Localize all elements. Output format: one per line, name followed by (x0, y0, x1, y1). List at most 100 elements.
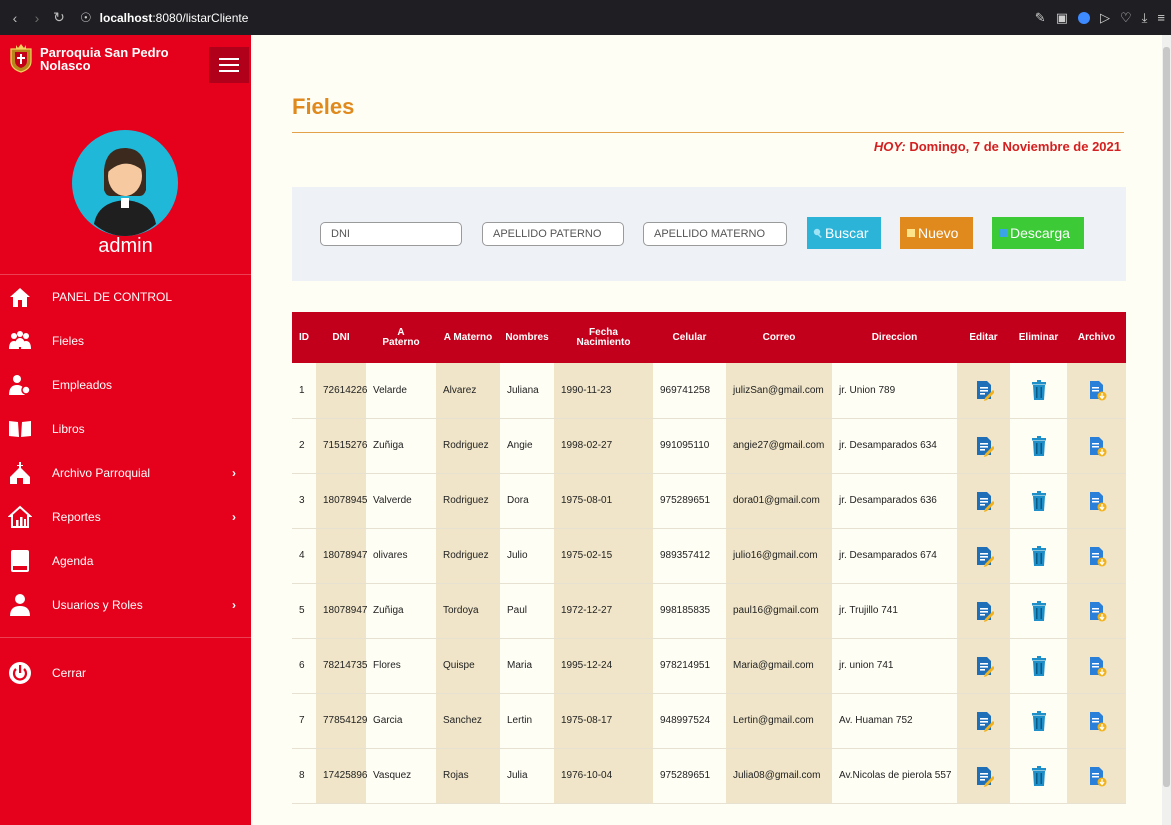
dni-input[interactable] (320, 222, 462, 246)
reload-icon[interactable]: ↻ (48, 9, 70, 26)
site-info-icon[interactable]: ☉ (80, 10, 92, 26)
file-download-icon[interactable] (1087, 546, 1107, 566)
table-cell: Lertin@gmail.com (726, 693, 832, 749)
table-cell: Lertin (500, 693, 554, 749)
search-button[interactable]: Buscar (807, 217, 881, 249)
logout-button[interactable]: Cerrar (0, 651, 251, 695)
table-cell (957, 583, 1010, 639)
table-cell: Paul (500, 583, 554, 639)
edit-icon[interactable] (974, 601, 994, 622)
file-download-icon[interactable] (1087, 381, 1107, 401)
table-cell (1067, 473, 1126, 529)
brand-name[interactable]: Parroquia San Pedro Nolasco (40, 46, 190, 72)
file-download-icon[interactable] (1087, 711, 1107, 731)
edit-icon[interactable] (974, 766, 994, 787)
table-cell: jr. union 741 (832, 638, 957, 694)
sidebar-item-panel-de-control[interactable]: PANEL DE CONTROL (0, 275, 251, 319)
vpn-icon[interactable] (1078, 11, 1090, 24)
edit-icon[interactable] (974, 491, 994, 512)
today-date: HOY: Domingo, 7 de Noviembre de 2021 (874, 139, 1121, 154)
sidebar-item-usuarios-y-roles[interactable]: Usuarios y Roles › (0, 583, 251, 627)
table-cell: 17425896 (316, 748, 368, 804)
table-cell (1067, 638, 1126, 694)
file-download-icon[interactable] (1087, 766, 1107, 786)
trash-icon[interactable] (1029, 600, 1049, 621)
edit-icon[interactable] (974, 711, 994, 732)
table-row: 5 18078947 Zuñiga Tordoya Paul 1972-12-27 9981… (292, 583, 1126, 639)
table-cell: Dora (500, 473, 554, 529)
sidebar: Parroquia San Pedro Nolasco admin PANEL … (0, 35, 251, 825)
table-cell: 18078947 (316, 528, 368, 584)
screenshot-icon[interactable]: ▣ (1056, 10, 1068, 26)
scrollbar[interactable] (1162, 35, 1171, 825)
table-cell: 989357412 (653, 528, 726, 584)
trash-icon[interactable] (1029, 380, 1049, 401)
table-cell: 78214735 (316, 638, 368, 694)
sidebar-item-archivo-parroquial[interactable]: Archivo Parroquial › (0, 451, 251, 495)
table-cell: 5 (292, 583, 316, 639)
file-download-icon[interactable] (1087, 601, 1107, 621)
clients-table: ID DNI A Paterno A Materno Nombres Fecha… (292, 312, 1126, 804)
table-cell: Rodriguez (436, 528, 500, 584)
sidebar-item-fieles[interactable]: Fieles (0, 319, 251, 363)
forward-icon[interactable]: › (26, 10, 48, 26)
apellido-materno-input[interactable] (643, 222, 787, 246)
edit-icon[interactable]: ✎ (1035, 10, 1046, 26)
trash-icon[interactable] (1029, 765, 1049, 786)
table-cell (1067, 748, 1126, 804)
trash-icon[interactable] (1029, 490, 1049, 511)
table-cell: 948997524 (653, 693, 726, 749)
table-cell: dora01@gmail.com (726, 473, 832, 529)
table-cell: 72614226 (316, 363, 368, 419)
trash-icon[interactable] (1029, 435, 1049, 456)
heart-icon[interactable]: ♡ (1120, 10, 1132, 26)
download-button[interactable]: Descarga (992, 217, 1084, 249)
download-icon[interactable]: ⤓ (1142, 10, 1148, 26)
edit-icon[interactable] (974, 436, 994, 457)
sidebar-item-empleados[interactable]: Empleados (0, 363, 251, 407)
trash-icon[interactable] (1029, 545, 1049, 566)
divider (292, 132, 1124, 133)
column-header: Eliminar (1010, 312, 1067, 363)
table-cell: Valverde (366, 473, 436, 529)
file-download-icon[interactable] (1087, 656, 1107, 676)
book-icon (9, 421, 31, 437)
trash-icon[interactable] (1029, 710, 1049, 731)
apellido-paterno-input[interactable] (482, 222, 624, 246)
sidebar-item-libros[interactable]: Libros (0, 407, 251, 451)
filter-panel: Buscar Nuevo Descarga (292, 187, 1126, 281)
new-button[interactable]: Nuevo (900, 217, 973, 249)
table-cell (957, 748, 1010, 804)
trash-icon[interactable] (1029, 655, 1049, 676)
chevron-right-icon: › (232, 466, 236, 480)
table-cell (957, 528, 1010, 584)
edit-icon[interactable] (974, 656, 994, 677)
sidebar-item-reportes[interactable]: Reportes › (0, 495, 251, 539)
address-bar[interactable]: localhost:8080/listarCliente (100, 11, 249, 25)
scrollbar-thumb[interactable] (1163, 47, 1170, 787)
table-row: 1 72614226 Velarde Alvarez Juliana 1990-11-23… (292, 363, 1126, 419)
sidebar-item-agenda[interactable]: Agenda (0, 539, 251, 583)
sidebar-item-label: Libros (52, 422, 85, 436)
table-cell (1010, 473, 1067, 529)
new-icon (907, 229, 915, 237)
column-header: Editar (957, 312, 1010, 363)
table-cell: Alvarez (436, 363, 500, 419)
edit-icon[interactable] (974, 381, 994, 402)
menu-icon[interactable]: ≡ (1157, 10, 1165, 25)
table-cell: 978214951 (653, 638, 726, 694)
file-download-icon[interactable] (1087, 491, 1107, 511)
clients-table-container: ID DNI A Paterno A Materno Nombres Fecha… (292, 312, 1126, 804)
table-row: 2 71515276 Zuñiga Rodriguez Angie 1998-02-27 9… (292, 418, 1126, 474)
edit-icon[interactable] (974, 546, 994, 567)
play-icon[interactable]: ▷ (1100, 10, 1110, 26)
table-cell (957, 473, 1010, 529)
back-icon[interactable]: ‹ (4, 10, 26, 26)
table-cell: 7 (292, 693, 316, 749)
table-cell (957, 638, 1010, 694)
hamburger-menu-button[interactable] (209, 47, 249, 83)
chevron-right-icon: › (232, 510, 236, 524)
file-download-icon[interactable] (1087, 436, 1107, 456)
home-icon (10, 288, 30, 307)
sidebar-item-label: Agenda (52, 554, 94, 568)
